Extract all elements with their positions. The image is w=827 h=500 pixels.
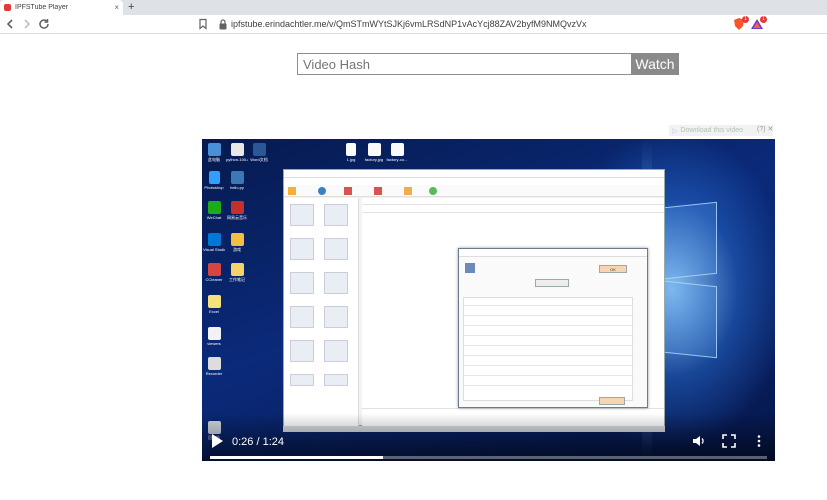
- tab-bar: IPFSTube Player × +: [0, 0, 827, 15]
- desktop-icon: python-100-days: [226, 143, 248, 162]
- download-help-close[interactable]: (?) ✕: [757, 125, 773, 133]
- tab-ipfstube[interactable]: IPFSTube Player ×: [0, 0, 123, 15]
- desktop-icon: 网易云音乐: [226, 201, 248, 220]
- ipfstube-favicon-icon: [4, 4, 11, 11]
- browser-toolbar: ipfstube.erindachtler.me/v/QmSTmWYtSJKj6…: [0, 15, 827, 34]
- more-options-icon[interactable]: [752, 434, 766, 448]
- watch-button[interactable]: Watch: [631, 53, 679, 75]
- tab-close-icon[interactable]: ×: [114, 3, 119, 12]
- desktop-icon: viewers: [203, 327, 225, 346]
- video-app-window: OK: [283, 169, 665, 427]
- desktop-file-icon: factory.jpg: [363, 143, 385, 162]
- volume-icon[interactable]: [692, 434, 706, 448]
- desktop-icon: Recorder: [203, 357, 225, 376]
- desktop-icon: hello.py: [226, 171, 248, 190]
- download-video-label: Download this video: [680, 127, 744, 134]
- address-bar[interactable]: ipfstube.erindachtler.me/v/QmSTmWYtSJKj6…: [231, 18, 586, 30]
- rewards-badge: 1: [760, 16, 767, 23]
- reload-icon[interactable]: [37, 17, 51, 31]
- video-hash-input[interactable]: [297, 53, 631, 75]
- video-player[interactable]: 此电脑 python-100-days Word文档 Photoshop hel…: [202, 139, 775, 461]
- video-hash-form: Watch: [297, 53, 679, 75]
- brave-shield-icon[interactable]: 1: [732, 16, 749, 31]
- play-icon[interactable]: [210, 433, 224, 449]
- desktop-icon: WeChat: [203, 201, 225, 220]
- desktop-icon: Excel: [203, 295, 225, 314]
- time-display: 0:26 / 1:24: [232, 436, 284, 448]
- desktop-icon: 游戏: [226, 233, 248, 252]
- desktop-icon: Photoshop: [203, 171, 225, 190]
- desktop-file-icon: factory-co...: [386, 143, 408, 162]
- desktop-icon: Visual Studio Code: [203, 233, 225, 252]
- desktop-icon: 工作笔记: [226, 263, 248, 282]
- tab-title: IPFSTube Player: [15, 4, 69, 11]
- new-tab-button[interactable]: +: [128, 1, 134, 13]
- progress-bar-fill: [210, 456, 383, 459]
- shield-count-badge: 1: [742, 16, 749, 23]
- progress-bar[interactable]: [210, 456, 767, 459]
- desktop-icon: 此电脑: [203, 143, 225, 162]
- fullscreen-icon[interactable]: [722, 434, 736, 448]
- desktop-icon: CCleaner: [203, 263, 225, 282]
- forward-arrow-icon[interactable]: [20, 17, 34, 31]
- desktop-icon: Word文档: [248, 143, 270, 162]
- brave-rewards-icon[interactable]: 1: [750, 16, 767, 31]
- lock-icon[interactable]: [218, 19, 228, 30]
- desktop-file-icon: 1.jpg: [340, 143, 362, 162]
- video-dialog-window: OK: [458, 248, 648, 408]
- back-arrow-icon[interactable]: [3, 17, 17, 31]
- bookmark-icon[interactable]: [197, 18, 209, 30]
- play-icon: ▷: [672, 127, 678, 135]
- player-controls: 0:26 / 1:24: [202, 413, 775, 461]
